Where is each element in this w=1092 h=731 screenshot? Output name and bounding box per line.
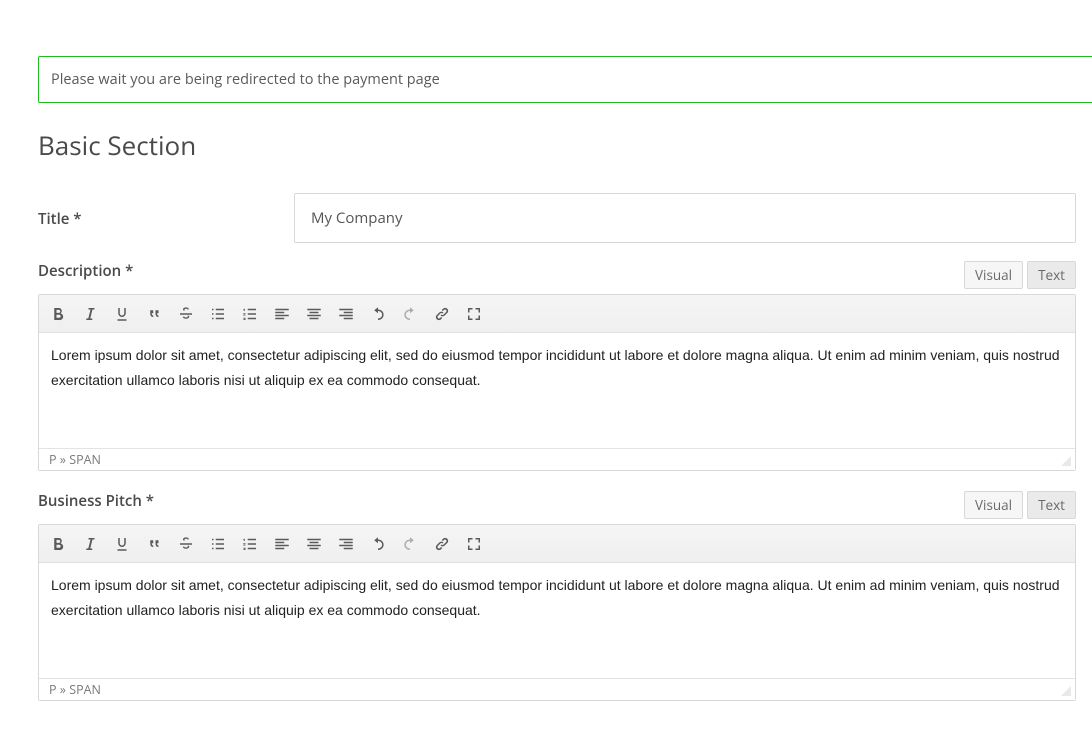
- align-left-icon[interactable]: [271, 303, 293, 325]
- description-label: Description *: [38, 261, 133, 281]
- fullscreen-icon[interactable]: [463, 533, 485, 555]
- undo-icon[interactable]: [367, 303, 389, 325]
- align-center-icon[interactable]: [303, 303, 325, 325]
- numbered-list-icon[interactable]: [239, 533, 261, 555]
- numbered-list-icon[interactable]: [239, 303, 261, 325]
- tab-visual[interactable]: Visual: [964, 261, 1023, 289]
- italic-icon[interactable]: [79, 533, 101, 555]
- link-icon[interactable]: [431, 303, 453, 325]
- resize-handle-icon[interactable]: [1061, 686, 1071, 696]
- description-editor: Lorem ipsum dolor sit amet, consectetur …: [38, 294, 1076, 471]
- bullet-list-icon[interactable]: [207, 533, 229, 555]
- pitch-content[interactable]: Lorem ipsum dolor sit amet, consectetur …: [39, 563, 1075, 678]
- underline-icon[interactable]: [111, 533, 133, 555]
- bullet-list-icon[interactable]: [207, 303, 229, 325]
- description-content[interactable]: Lorem ipsum dolor sit amet, consectetur …: [39, 333, 1075, 448]
- title-input[interactable]: [294, 193, 1076, 243]
- resize-handle-icon[interactable]: [1061, 456, 1071, 466]
- underline-icon[interactable]: [111, 303, 133, 325]
- redo-icon[interactable]: [399, 533, 421, 555]
- pitch-label: Business Pitch *: [38, 491, 154, 511]
- bold-icon[interactable]: [47, 533, 69, 555]
- blockquote-icon[interactable]: [143, 533, 165, 555]
- title-label: Title *: [38, 193, 294, 229]
- tab-visual[interactable]: Visual: [964, 491, 1023, 519]
- strikethrough-icon[interactable]: [175, 533, 197, 555]
- strikethrough-icon[interactable]: [175, 303, 197, 325]
- title-row: Title *: [38, 193, 1092, 243]
- blockquote-icon[interactable]: [143, 303, 165, 325]
- redirect-alert: Please wait you are being redirected to …: [38, 56, 1092, 103]
- tab-text[interactable]: Text: [1027, 491, 1076, 519]
- description-toolbar: [39, 295, 1075, 333]
- tab-text[interactable]: Text: [1027, 261, 1076, 289]
- pitch-toolbar: [39, 525, 1075, 563]
- description-tabs: Visual Text: [964, 261, 1076, 289]
- undo-icon[interactable]: [367, 533, 389, 555]
- align-right-icon[interactable]: [335, 533, 357, 555]
- section-heading: Basic Section: [38, 127, 1092, 163]
- fullscreen-icon[interactable]: [463, 303, 485, 325]
- description-path: P » SPAN: [49, 451, 101, 468]
- align-right-icon[interactable]: [335, 303, 357, 325]
- pitch-tabs: Visual Text: [964, 491, 1076, 519]
- bold-icon[interactable]: [47, 303, 69, 325]
- link-icon[interactable]: [431, 533, 453, 555]
- pitch-editor: Lorem ipsum dolor sit amet, consectetur …: [38, 524, 1076, 701]
- redo-icon[interactable]: [399, 303, 421, 325]
- pitch-path: P » SPAN: [49, 681, 101, 698]
- align-center-icon[interactable]: [303, 533, 325, 555]
- align-left-icon[interactable]: [271, 533, 293, 555]
- italic-icon[interactable]: [79, 303, 101, 325]
